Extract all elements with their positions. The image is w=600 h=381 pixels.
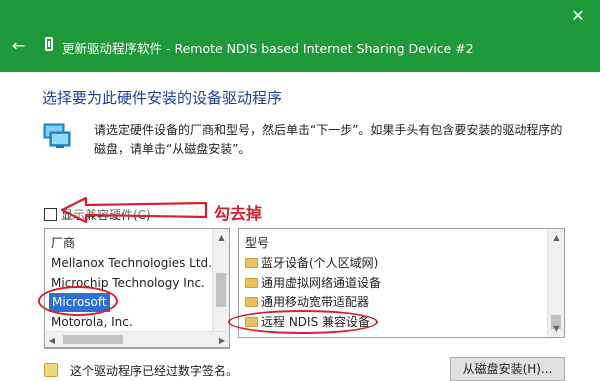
scroll-thumb[interactable] bbox=[216, 273, 226, 307]
show-compatible-checkbox[interactable] bbox=[44, 208, 57, 221]
driver-folder-icon bbox=[245, 278, 258, 288]
driver-folder-icon bbox=[245, 297, 258, 307]
annotation-circle-ndis bbox=[228, 310, 378, 334]
list-item[interactable]: 蓝牙设备(个人区域网) bbox=[245, 254, 378, 273]
page-heading: 选择要为此硬件安装的设备驱动程序 bbox=[42, 89, 283, 107]
close-button[interactable]: ✕ bbox=[556, 4, 600, 28]
title-bar bbox=[0, 0, 600, 72]
scroll-left-icon[interactable]: ◀ bbox=[45, 332, 59, 349]
signed-driver-text: 这个驱动程序已经过数字签名。 bbox=[70, 364, 239, 378]
scroll-right-icon[interactable]: ▶ bbox=[215, 332, 229, 349]
scroll-up-icon[interactable]: ▲ bbox=[548, 229, 564, 246]
have-disk-button[interactable]: 从磁盘安装(H)... bbox=[450, 357, 565, 381]
annotation-circle-microsoft bbox=[38, 286, 118, 316]
model-list-header: 型号 bbox=[245, 236, 270, 250]
back-arrow-icon[interactable]: ← bbox=[12, 36, 32, 56]
annotation-arrow-icon bbox=[60, 196, 208, 224]
list-item[interactable]: Mellanox Technologies Ltd. bbox=[51, 254, 212, 273]
model-vertical-scrollbar[interactable]: ▲ ▼ bbox=[547, 229, 564, 337]
annotation-note: 勾去掉 bbox=[214, 204, 263, 223]
list-item[interactable]: Motorola, Inc. bbox=[51, 313, 133, 332]
list-item[interactable]: 通用虚拟网络通道设备 bbox=[245, 274, 381, 293]
manufacturer-horizontal-scrollbar[interactable]: ◀ ▶ bbox=[44, 331, 230, 348]
network-adapter-icon bbox=[43, 123, 71, 148]
scroll-down-icon[interactable]: ▼ bbox=[548, 320, 564, 337]
window-title: 更新驱动程序软件 - Remote NDIS based Internet Sh… bbox=[62, 41, 474, 56]
scroll-up-icon[interactable]: ▲ bbox=[213, 229, 229, 246]
manufacturer-list-header: 厂商 bbox=[51, 236, 76, 250]
driver-folder-icon bbox=[245, 258, 258, 268]
scroll-thumb[interactable] bbox=[63, 335, 123, 344]
device-icon bbox=[45, 37, 53, 51]
certificate-icon bbox=[44, 363, 58, 377]
instruction-text: 请选定硬件设备的厂商和型号，然后单击“下一步”。如果手头有包含要安装的驱动程序的… bbox=[94, 123, 563, 156]
